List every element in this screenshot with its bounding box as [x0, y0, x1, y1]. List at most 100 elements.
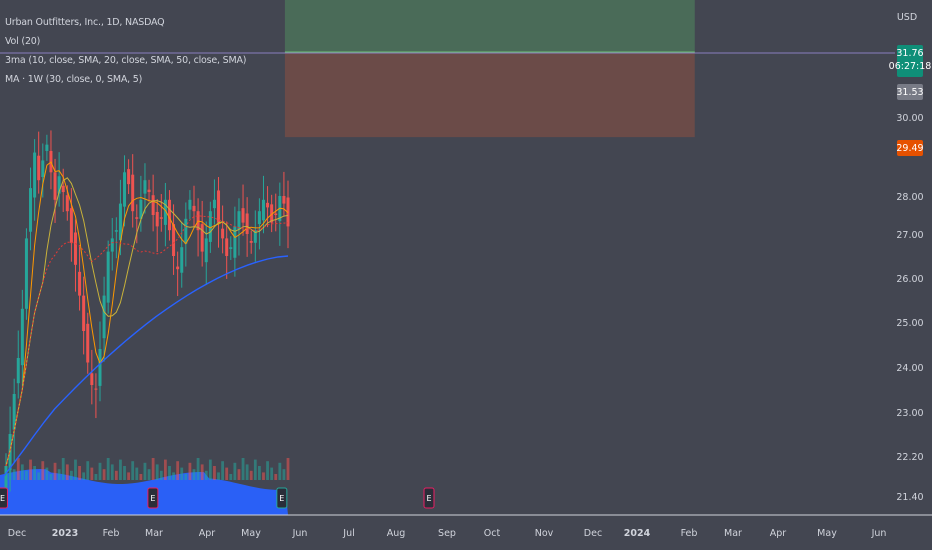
volume-bar — [233, 462, 237, 480]
volume-bar — [253, 459, 257, 480]
volume-bar — [163, 459, 167, 480]
y-tick-label: 22.20 — [896, 452, 923, 463]
candle-body — [143, 180, 147, 194]
candle-body — [257, 211, 261, 225]
candle-body — [82, 295, 86, 331]
x-tick-label: Jun — [292, 528, 308, 539]
volume-bar — [184, 474, 188, 480]
candle-body — [90, 373, 94, 385]
candle-body — [33, 152, 37, 198]
volume-bar — [86, 461, 90, 480]
x-tick-label: Nov — [535, 528, 554, 539]
earnings-marker[interactable]: E — [147, 487, 159, 509]
x-tick-label: Apr — [770, 528, 787, 539]
x-tick-label: Jun — [871, 528, 887, 539]
candle-body — [86, 323, 90, 363]
candle-body — [155, 211, 159, 227]
volume-bar — [110, 464, 114, 480]
candle-body — [184, 218, 188, 244]
volume-bar — [57, 469, 61, 480]
volume-bar — [69, 470, 73, 480]
volume-bar — [188, 462, 192, 480]
candle-body — [221, 228, 225, 239]
volume-bar — [41, 461, 45, 480]
candle-body — [127, 169, 131, 185]
earnings-marker[interactable]: E — [423, 487, 435, 509]
legend-volume[interactable]: Vol (20) — [5, 32, 246, 51]
volume-bar — [151, 458, 155, 480]
volume-bar — [102, 469, 106, 480]
candle-body — [123, 172, 127, 207]
volume-bar — [208, 459, 212, 480]
volume-bar — [94, 474, 98, 480]
candle-body — [249, 241, 253, 243]
prev-price-tag: 31.53 — [896, 84, 924, 100]
volume-bar — [155, 464, 159, 480]
volume-bar — [213, 466, 216, 480]
volume-bar — [90, 467, 94, 480]
candle-body — [217, 190, 221, 223]
volume-bar — [139, 474, 143, 480]
volume-bar — [33, 466, 37, 480]
x-tick-label: Mar — [145, 528, 163, 539]
y-tick-label: 23.00 — [896, 408, 923, 419]
volume-bar — [196, 458, 200, 480]
candle-body — [241, 208, 245, 223]
volume-bar — [274, 474, 278, 480]
volume-bar — [20, 464, 24, 480]
candle-body — [245, 213, 249, 234]
y-tick-label: 25.00 — [896, 318, 923, 329]
volume-bar — [278, 462, 282, 480]
y-tick-label: 21.40 — [896, 492, 923, 503]
legend-3ma[interactable]: 3ma (10, close, SMA, 20, close, SMA, 50,… — [5, 51, 247, 70]
loss-zone — [284, 52, 695, 138]
volume-bar — [114, 470, 118, 480]
volume-bar — [53, 462, 57, 480]
candle-body — [102, 295, 106, 339]
x-tick-label: Sep — [438, 528, 456, 539]
volume-bar — [245, 464, 249, 480]
candle-body — [274, 213, 278, 215]
chart-legend: Urban Outfitters, Inc., 1D, NASDAQ Vol (… — [5, 13, 247, 89]
volume-bar — [98, 462, 102, 480]
volume-bar — [49, 474, 53, 480]
volume-bar — [192, 469, 196, 480]
candle-body — [94, 388, 98, 390]
candle-body — [106, 251, 110, 303]
volume-bar — [82, 472, 86, 480]
candle-body — [98, 349, 102, 386]
x-tick-label: May — [817, 528, 837, 539]
currency-label: USD — [897, 12, 917, 23]
candle-body — [176, 266, 180, 270]
legend-symbol[interactable]: Urban Outfitters, Inc., 1D, NASDAQ — [5, 13, 246, 32]
volume-bar — [262, 472, 265, 480]
candle-body — [114, 230, 118, 232]
y-tick-label: 30.00 — [896, 113, 923, 124]
volume-bar — [135, 467, 139, 480]
volume-bar — [123, 466, 126, 480]
candle-body — [229, 247, 233, 249]
volume-bar — [221, 461, 225, 480]
volume-bar — [225, 467, 229, 480]
candle-body — [78, 271, 82, 296]
earnings-marker-label: E — [279, 494, 284, 503]
candle-body — [16, 358, 20, 384]
last-price-tag-text: 06:27:18 — [889, 61, 932, 72]
x-tick-label: Feb — [103, 528, 120, 539]
earnings-marker[interactable]: E — [276, 487, 288, 509]
volume-bar — [147, 469, 151, 480]
moving-averages — [3, 161, 289, 477]
x-tick-label: Apr — [199, 528, 216, 539]
candle-body — [110, 238, 114, 252]
volume-bar — [45, 467, 49, 480]
legend-ma-weekly[interactable]: MA · 1W (30, close, 0, SMA, 5) — [5, 70, 246, 89]
candlesticks — [4, 130, 290, 506]
candle-body — [212, 199, 216, 209]
volume-bar — [16, 458, 20, 480]
candle-body — [172, 224, 176, 256]
earnings-marker[interactable]: E — [0, 487, 8, 509]
volume-histogram — [0, 458, 290, 515]
x-tick-label: Dec — [584, 528, 602, 539]
candle-body — [69, 208, 73, 243]
volume-bar — [74, 459, 77, 480]
